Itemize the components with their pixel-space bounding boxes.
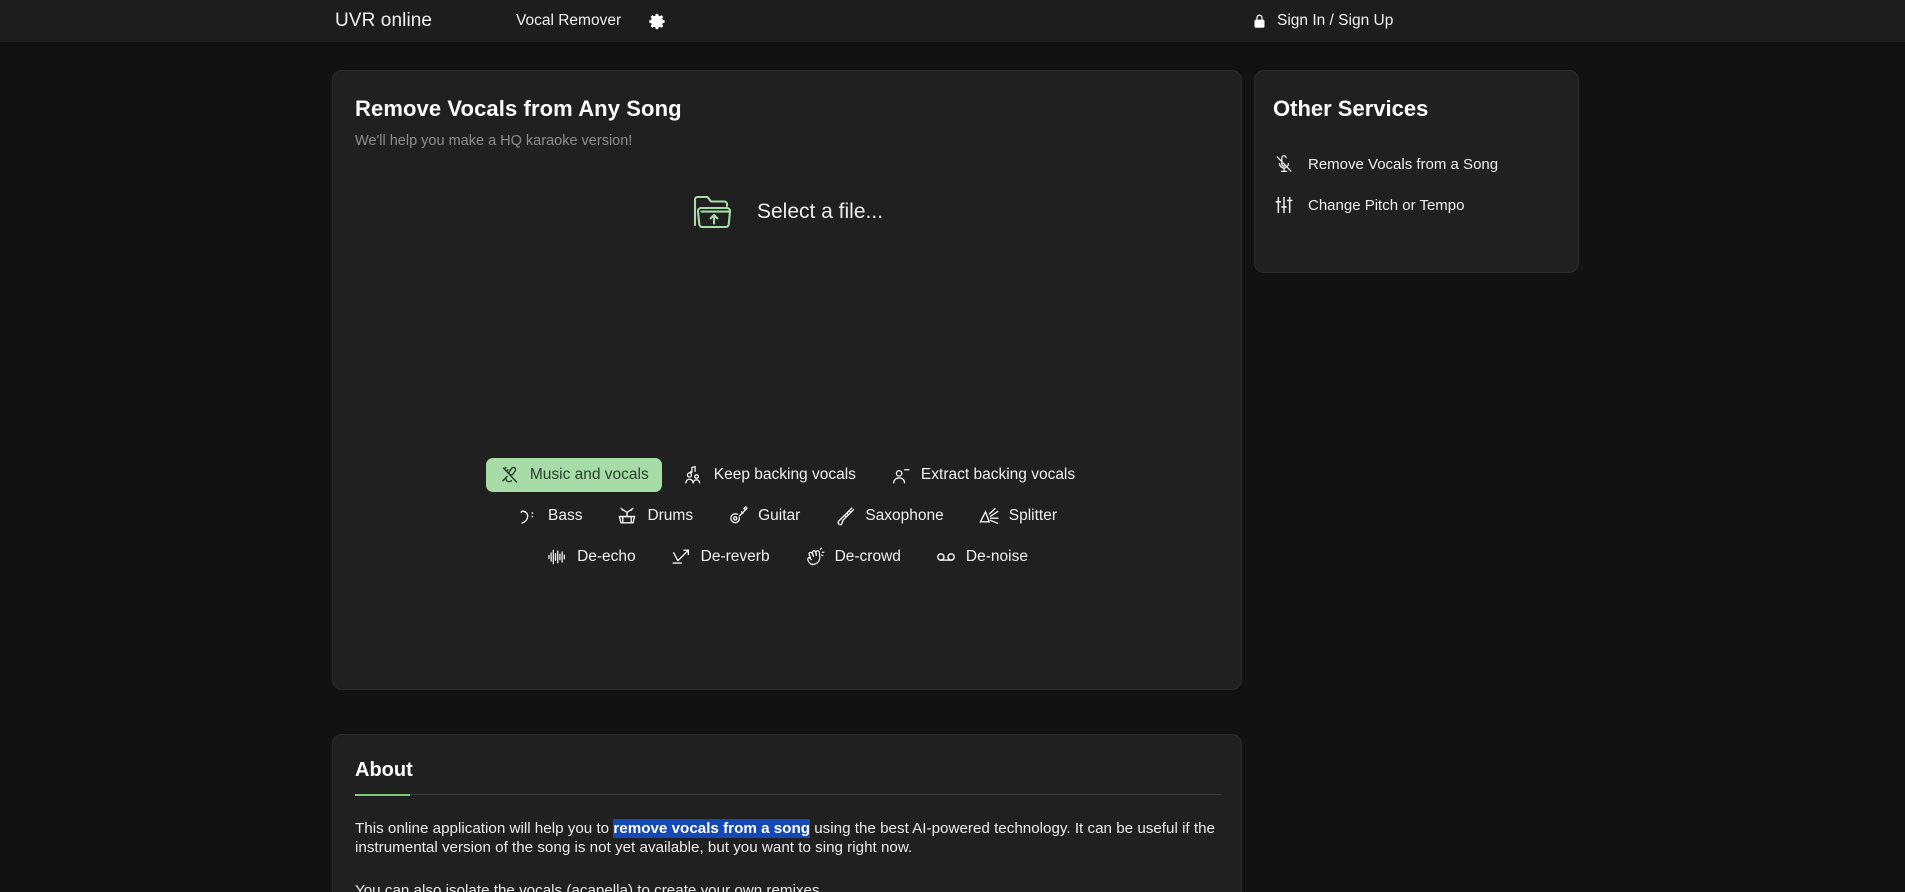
about-paragraph-1: This online application will help you to…	[355, 819, 1221, 858]
mode-chip-de-crowd[interactable]: De-crowd	[791, 540, 914, 574]
clapping-hands-icon	[804, 546, 826, 568]
mode-chip-label: De-reverb	[700, 548, 770, 566]
vocal-remover-card: Remove Vocals from Any Song We'll help y…	[332, 70, 1242, 690]
mode-chip-label: Extract backing vocals	[920, 466, 1076, 484]
waveform-icon	[546, 546, 568, 568]
mode-chip-extract-backing-vocals[interactable]: Extract backing vocals	[877, 458, 1088, 492]
page-body: Remove Vocals from Any Song We'll help y…	[0, 42, 1905, 892]
person-minus-icon	[890, 464, 912, 486]
bass-clef-icon	[517, 505, 539, 527]
mode-chip-de-echo[interactable]: De-echo	[533, 540, 649, 574]
other-services-list: Remove Vocals from a Song Change Pitch o…	[1273, 153, 1498, 216]
mode-chip-label: Splitter	[1008, 507, 1057, 525]
sign-in-label: Sign In / Sign Up	[1277, 12, 1394, 29]
mode-row: Music and vocals Keep backing vocals Ext…	[485, 458, 1088, 492]
page-subtitle: We'll help you make a HQ karaoke version…	[355, 133, 633, 149]
about-card: About This online application will help …	[332, 734, 1242, 892]
mode-chip-label: Guitar	[758, 507, 801, 525]
mode-chip-label: Saxophone	[865, 507, 944, 525]
two-people-music-icon	[683, 464, 705, 486]
about-body: This online application will help you to…	[355, 819, 1221, 892]
reverb-arrow-icon	[670, 546, 692, 568]
service-change-pitch-or-tempo[interactable]: Change Pitch or Tempo	[1273, 194, 1498, 216]
mode-chip-label: Drums	[647, 507, 694, 525]
sign-in-sign-up-button[interactable]: Sign In / Sign Up	[1252, 12, 1393, 30]
mode-chip-music-and-vocals[interactable]: Music and vocals	[485, 458, 662, 492]
mode-chip-label: De-crowd	[834, 548, 901, 566]
mode-chip-drums[interactable]: Drums	[603, 499, 706, 533]
mode-chip-label: De-echo	[577, 548, 636, 566]
about-divider	[355, 794, 1221, 796]
mode-chip-label: Keep backing vocals	[713, 466, 856, 484]
mode-chip-keep-backing-vocals[interactable]: Keep backing vocals	[670, 458, 869, 492]
about-paragraph-2: You can also isolate the vocals (acapell…	[355, 881, 824, 892]
about-p1-before: This online application will help you to	[355, 820, 614, 837]
app-header: UVR online Vocal Remover Sign In / Sign …	[0, 0, 1905, 42]
mode-chip-label: Music and vocals	[529, 466, 649, 484]
page-title: Remove Vocals from Any Song	[355, 96, 682, 121]
mode-chip-bass[interactable]: Bass	[504, 499, 595, 533]
service-label: Change Pitch or Tempo	[1308, 196, 1465, 214]
mode-row: Bass Drums Guitar Saxophone Splitter	[504, 499, 1070, 533]
sliders-icon	[1273, 194, 1295, 216]
mode-selector: Music and vocals Keep backing vocals Ext…	[333, 458, 1241, 574]
other-services-title: Other Services	[1273, 96, 1429, 121]
other-services-card: Other Services Remove Vocals from a Song	[1254, 70, 1579, 273]
file-dropzone[interactable]: Select a file...	[333, 191, 1241, 233]
about-title: About	[355, 759, 413, 781]
mode-chip-saxophone[interactable]: Saxophone	[821, 499, 956, 533]
dropzone-label: Select a file...	[756, 200, 884, 223]
mode-chip-label: Bass	[547, 507, 583, 525]
mode-chip-de-reverb[interactable]: De-reverb	[657, 540, 783, 574]
folder-upload-icon	[691, 191, 735, 233]
about-highlighted-phrase: remove vocals from a song	[613, 819, 811, 838]
mode-chip-label: De-noise	[965, 548, 1028, 566]
service-remove-vocals-from-a-song[interactable]: Remove Vocals from a Song	[1273, 153, 1498, 175]
nav-item-vocal-remover[interactable]: Vocal Remover	[516, 12, 621, 30]
brand-logo[interactable]: UVR online	[335, 10, 432, 32]
guitar-icon	[727, 505, 749, 527]
service-label: Remove Vocals from a Song	[1308, 155, 1499, 173]
mode-chip-splitter[interactable]: Splitter	[965, 499, 1070, 533]
gear-icon	[648, 12, 667, 31]
saxophone-icon	[834, 505, 856, 527]
lock-icon	[1252, 13, 1267, 30]
noise-dots-icon	[935, 546, 957, 568]
mode-row: De-echo De-reverb De-crowd De-noise	[533, 540, 1041, 574]
drums-icon	[616, 505, 638, 527]
splitter-icon	[978, 505, 1000, 527]
microphone-muted-icon	[1273, 153, 1295, 175]
microphone-slash-icon	[499, 464, 521, 486]
mode-chip-de-noise[interactable]: De-noise	[922, 540, 1041, 574]
settings-button[interactable]	[645, 9, 669, 33]
mode-chip-guitar[interactable]: Guitar	[714, 499, 813, 533]
